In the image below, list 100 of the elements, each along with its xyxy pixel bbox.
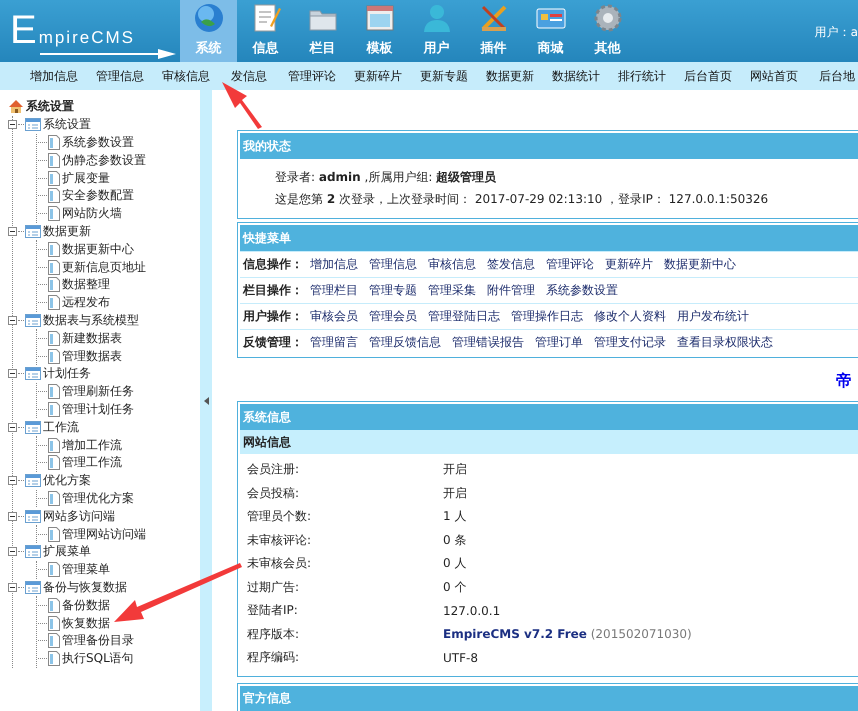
tree-item[interactable]: 管理网站访问端 [62,526,146,543]
tree-item[interactable]: 伪静态参数设置 [62,152,146,169]
quick-link[interactable]: 管理操作日志 [511,308,583,325]
info-value: 127.0.0.1 [443,604,500,618]
collapse-icon[interactable] [8,316,17,325]
quick-link[interactable]: 管理错误报告 [452,334,524,351]
collapse-icon[interactable] [8,422,17,432]
quick-link[interactable]: 管理信息 [369,256,417,273]
tree-item[interactable]: 恢复数据 [62,614,110,632]
info-label: 过期广告: [247,578,300,596]
tree-item[interactable]: 扩展变量 [62,170,110,187]
tree-item[interactable]: 系统参数设置 [62,134,134,151]
nav-link[interactable]: 网站首页 [750,68,798,84]
tree-item[interactable]: 增加工作流 [62,436,122,454]
quick-link[interactable]: 管理订单 [535,334,583,351]
house-icon [8,99,24,114]
tree-item[interactable]: 管理计划任务 [62,400,134,418]
nav-link[interactable]: 后台地 [816,68,858,84]
collapse-icon[interactable] [8,226,17,236]
quick-link[interactable]: 管理会员 [369,308,417,325]
quick-link[interactable]: 管理专题 [369,282,417,299]
nav-link[interactable]: 增加信息 [30,68,78,84]
tree-item[interactable]: 数据更新中心 [62,240,134,258]
nav-link[interactable]: 更新碎片 [354,68,402,84]
tree-item[interactable]: 扩展菜单 [43,543,91,560]
quick-link[interactable]: 管理采集 [428,282,476,299]
tree-item[interactable]: 网站防火墙 [62,205,122,222]
info-value: 开启 [443,461,467,478]
quick-link[interactable]: 管理留言 [310,334,358,351]
nav-link[interactable]: 发信息 [228,68,270,84]
menu-tab[interactable]: 用户 [408,0,465,62]
row-label: 反馈管理： [243,334,304,351]
nav-link[interactable]: 管理信息 [96,68,144,84]
menu-tab[interactable]: 插件 [465,0,522,62]
nav-link[interactable]: 更新专题 [420,68,468,84]
tree-item[interactable]: 管理刷新任务 [62,383,134,400]
quick-link[interactable]: 管理登陆日志 [428,308,500,325]
quick-link[interactable]: 管理反馈信息 [369,334,441,351]
quick-link[interactable]: 修改个人资料 [594,308,666,325]
menu-tab[interactable]: 商城 [522,0,579,62]
quick-link[interactable]: 管理支付记录 [594,334,666,351]
nav-link[interactable]: 后台首页 [684,68,732,84]
info-value: 0 条 [443,532,466,549]
tree-item[interactable]: 数据整理 [62,276,110,294]
quick-link[interactable]: 更新碎片 [605,256,653,273]
quick-link[interactable]: 增加信息 [310,256,358,273]
nav-link[interactable]: 审核信息 [162,68,210,84]
collapse-icon[interactable] [8,512,17,521]
tree-item[interactable]: 更新信息页地址 [62,258,146,276]
quick-link[interactable]: 签发信息 [487,256,535,273]
collapse-icon[interactable] [8,476,17,486]
tree-item[interactable]: 管理备份目录 [62,632,134,650]
quick-link[interactable]: 查看目录权限状态 [677,334,773,351]
menu-tab[interactable]: 信息 [237,0,294,62]
quick-link[interactable]: 附件管理 [487,282,535,299]
tree-item[interactable]: 管理菜单 [62,561,110,578]
tree-item[interactable]: 系统设置 [43,116,91,134]
tree-item[interactable]: 数据更新 [43,222,91,240]
menu-tab[interactable]: 其他 [579,0,636,62]
tree-item[interactable]: 优化方案 [43,472,91,490]
list-icon [25,510,41,523]
collapse-icon[interactable] [8,369,17,378]
tree-item[interactable]: 执行SQL语句 [62,650,134,668]
list-icon [25,545,41,558]
quick-link[interactable]: 管理栏目 [310,282,358,299]
tree-item[interactable]: 工作流 [43,418,79,436]
tree-item[interactable]: 安全参数配置 [62,187,134,204]
quick-link[interactable]: 数据更新中心 [664,256,736,273]
arrow-annotation [222,82,262,129]
tree-item[interactable]: 远程发布 [62,294,110,312]
panel-title: 官方信息 [243,690,291,707]
quick-link[interactable]: 审核会员 [310,308,358,325]
collapse-icon[interactable] [8,582,17,592]
collapse-icon[interactable] [8,120,17,130]
tree-item[interactable]: 网站多访问端 [43,508,115,525]
panel-title: 系统信息 [243,408,291,426]
menu-tab[interactable]: 模板 [351,0,408,62]
status-text: 登录者: admin ,所属用户组: 超级管理员 [275,169,498,186]
nav-link[interactable]: 数据更新 [486,68,534,84]
tree-item[interactable]: 管理优化方案 [62,490,134,507]
nav-link[interactable]: 排行统计 [618,68,666,84]
tree-item[interactable]: 备份数据 [62,596,110,614]
nav-link[interactable]: 管理评论 [288,68,336,84]
nav-link[interactable]: 数据统计 [552,68,600,84]
tree-item[interactable]: 备份与恢复数据 [43,578,127,596]
tree-item[interactable]: 管理数据表 [62,348,122,365]
tree-item[interactable]: 计划任务 [43,365,91,382]
tree-item[interactable]: 新建数据表 [62,330,122,347]
quick-link[interactable]: 用户发布统计 [677,308,749,325]
tree-item[interactable]: 管理工作流 [62,454,122,472]
banner-text: 帝 [836,370,852,392]
quick-link[interactable]: 审核信息 [428,256,476,273]
tree-item[interactable]: 数据表与系统模型 [43,312,139,329]
quick-link[interactable]: 管理评论 [546,256,594,273]
menu-tab[interactable]: 栏目 [294,0,351,62]
list-icon [25,314,41,327]
collapse-icon[interactable] [8,547,17,556]
row-label: 用户操作： [243,308,304,325]
quick-link[interactable]: 系统参数设置 [546,282,618,299]
status-text: 这是您第 2 次登录，上次登录时间： 2017-07-29 02:13:10 ，登录IP： 127.0.0.1:50326 [275,191,770,208]
